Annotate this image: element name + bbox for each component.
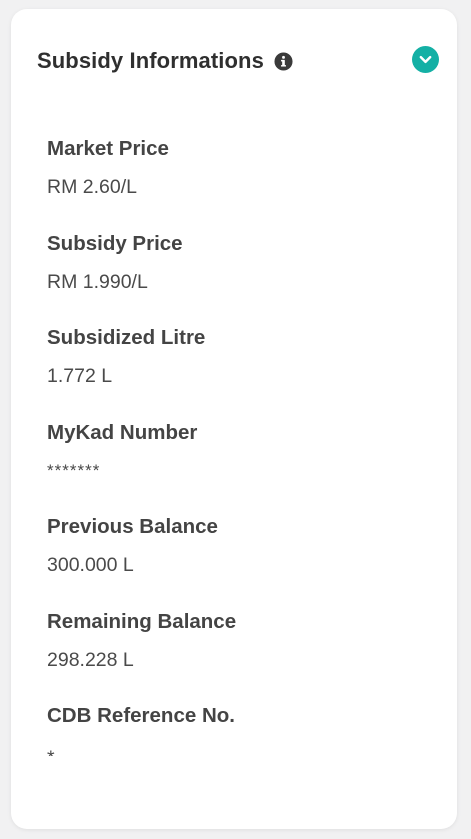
field-value: ******* bbox=[47, 460, 101, 480]
field-label: CDB Reference No. bbox=[47, 704, 235, 727]
subsidy-field-list: Market Price RM 2.60/L Subsidy Price RM … bbox=[47, 135, 437, 797]
field-label: Subsidized Litre bbox=[47, 326, 206, 349]
info-icon[interactable] bbox=[274, 51, 293, 71]
field-label: Previous Balance bbox=[47, 515, 218, 538]
field-value: 298.228 L bbox=[47, 648, 134, 671]
field-label: Market Price bbox=[47, 137, 169, 160]
field-previous-balance: Previous Balance 300.000 L bbox=[47, 513, 437, 608]
field-value: * bbox=[47, 744, 437, 756]
field-value: RM 2.60/L bbox=[47, 176, 137, 198]
field-label: Subsidy Price bbox=[47, 231, 183, 255]
card-header[interactable]: Subsidy Informations bbox=[37, 45, 441, 77]
chevron-down-icon bbox=[419, 55, 432, 64]
subsidy-info-card: Subsidy Informations Market Price RM 2.6… bbox=[11, 9, 457, 829]
field-subsidy-price: Subsidy Price RM 1.990/L bbox=[47, 230, 437, 325]
card-title: Subsidy Informations bbox=[37, 48, 264, 73]
field-cdb-reference: CDB Reference No. * bbox=[47, 702, 437, 797]
field-subsidized-litre: Subsidized Litre 1.772 L bbox=[47, 324, 437, 419]
field-label: MyKad Number bbox=[47, 420, 198, 444]
field-value: RM 1.990/L bbox=[47, 270, 148, 293]
field-value: 1.772 L bbox=[47, 365, 113, 387]
field-market-price: Market Price RM 2.60/L bbox=[47, 135, 437, 230]
field-value: 300.000 L bbox=[47, 554, 134, 576]
field-label: Remaining Balance bbox=[47, 609, 237, 633]
collapse-toggle-button[interactable] bbox=[412, 46, 439, 73]
field-mykad-number: MyKad Number ******* bbox=[47, 419, 437, 514]
field-remaining-balance: Remaining Balance 298.228 L bbox=[47, 608, 437, 703]
